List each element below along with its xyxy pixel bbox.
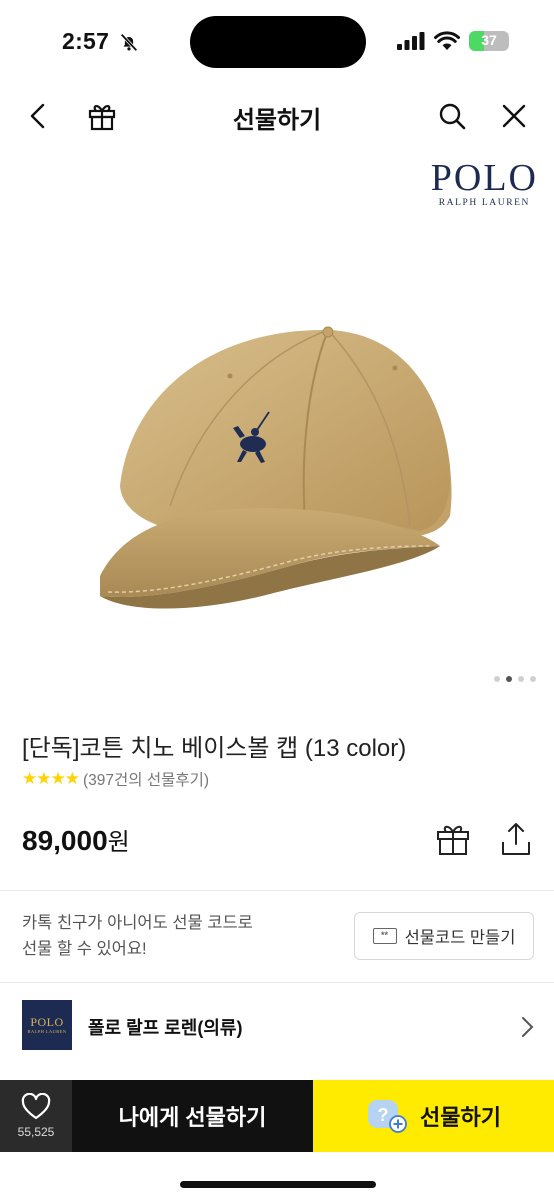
close-icon[interactable] — [498, 100, 530, 132]
section-divider — [0, 890, 554, 891]
baseball-cap-image — [100, 326, 452, 609]
gift-code-message: 카톡 친구가 아니어도 선물 코드로 선물 할 수 있어요! — [22, 910, 322, 962]
carousel-pager[interactable] — [494, 676, 536, 682]
gift-friend-icon: ? — [368, 1100, 407, 1133]
polo-ralph-lauren-logo: POLO RALPH LAUREN — [431, 158, 538, 208]
rating-summary[interactable]: ★★★★ (397건의 선물후기) — [22, 768, 209, 790]
rating-stars: ★★★★ — [22, 769, 80, 788]
share-icon[interactable] — [498, 820, 534, 858]
battery-percent: 37 — [481, 32, 497, 48]
price-value: 89,000 — [22, 825, 108, 856]
status-time: 2:57 — [62, 28, 110, 54]
chevron-right-icon — [522, 1017, 534, 1037]
price-currency: 원 — [107, 829, 130, 856]
brand-logo-word: POLO — [30, 1015, 64, 1029]
pager-dot[interactable] — [530, 676, 536, 682]
heart-icon — [21, 1093, 51, 1120]
logo-wordmark: POLO — [430, 157, 538, 199]
page-title: 선물하기 — [232, 107, 322, 134]
brand-logo: POLO RALPH LAUREN — [22, 1000, 72, 1050]
pager-dot[interactable] — [494, 676, 500, 682]
wishlist-button[interactable]: 55,525 — [0, 1080, 72, 1152]
section-divider — [0, 982, 554, 983]
gift-code-message-line1: 카톡 친구가 아니어도 선물 코드로 — [22, 914, 253, 932]
product-price: 89,000원 — [22, 822, 130, 857]
search-icon[interactable] — [436, 100, 468, 132]
bottom-action-bar: 55,525 나에게 선물하기 ? 선물하기 — [0, 1080, 554, 1152]
gift-friend-glyph: ? — [378, 1105, 389, 1125]
review-count-link[interactable]: (397건의 선물후기) — [83, 768, 209, 790]
wishlist-count: 55,525 — [17, 1125, 55, 1139]
product-image-carousel[interactable]: POLO RALPH LAUREN — [0, 146, 554, 696]
logo-subline: RALPH LAUREN — [438, 198, 530, 208]
brand-link-row[interactable]: POLO RALPH LAUREN 폴로 랄프 로렌(의류) — [0, 994, 554, 1058]
pager-dot[interactable] — [506, 676, 512, 682]
dynamic-island — [190, 16, 366, 68]
brand-logo-sub: RALPH LAUREN — [27, 1029, 67, 1034]
send-gift-button[interactable]: ? 선물하기 — [313, 1080, 554, 1152]
send-gift-label: 선물하기 — [420, 1105, 501, 1130]
top-navigation: 선물하기 — [0, 88, 554, 144]
gift-wrap-icon[interactable] — [434, 820, 472, 858]
home-indicator[interactable] — [180, 1181, 376, 1188]
home-indicator-area — [0, 1152, 554, 1200]
wifi-icon — [434, 31, 460, 50]
gift-code-message-line2: 선물 할 수 있어요! — [22, 940, 147, 958]
create-gift-code-label: 선물코드 만들기 — [404, 929, 516, 947]
bell-muted-icon — [120, 33, 138, 52]
battery-indicator: 37 — [469, 31, 509, 51]
cellular-signal-icon — [397, 32, 425, 50]
gift-to-myself-button[interactable]: 나에게 선물하기 — [72, 1080, 313, 1152]
create-gift-code-button[interactable]: ** 선물코드 만들기 — [354, 912, 534, 960]
pager-dot[interactable] — [518, 676, 524, 682]
status-bar: 2:57 37 — [0, 0, 554, 84]
ticket-icon: ** — [372, 928, 397, 944]
brand-name: 폴로 랄프 로렌(의류) — [88, 1018, 243, 1038]
product-title: [단독]코튼 치노 베이스볼 캡 (13 color) — [22, 735, 407, 762]
